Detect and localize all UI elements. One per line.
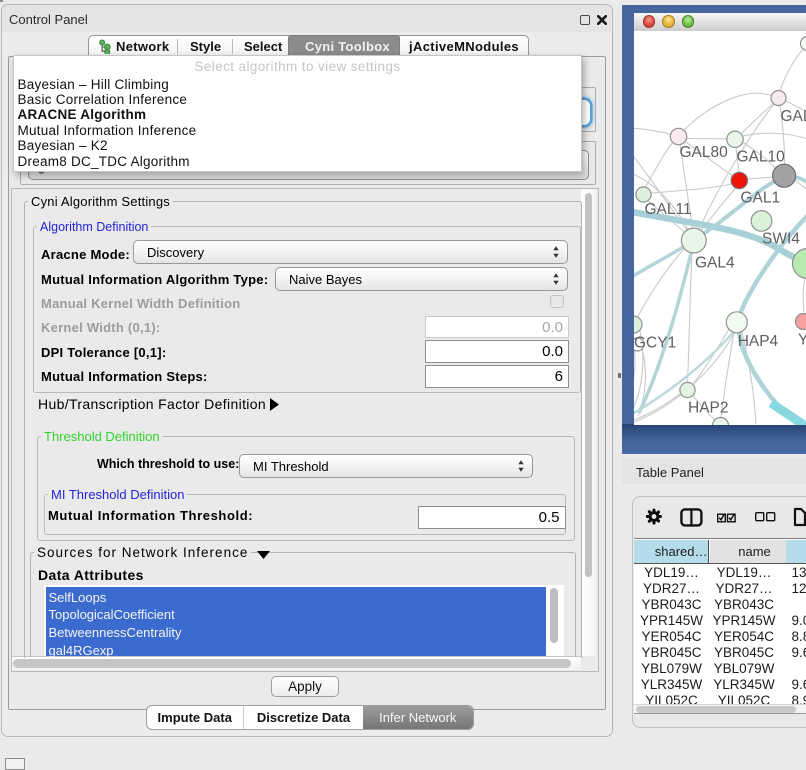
svg-text:GAL4: GAL4: [695, 254, 735, 271]
svg-text:HAP2: HAP2: [688, 399, 729, 416]
svg-text:GAL1: GAL1: [740, 189, 780, 206]
svg-text:Y: Y: [798, 331, 806, 348]
svg-text:SWI4: SWI4: [762, 230, 800, 247]
svg-text:GCY1: GCY1: [634, 334, 676, 351]
svg-text:GAL80: GAL80: [679, 144, 728, 161]
svg-text:GAL11: GAL11: [644, 201, 691, 218]
svg-text:GAL10: GAL10: [736, 148, 785, 165]
svg-text:GAL2: GAL2: [780, 108, 806, 125]
svg-text:HAP4: HAP4: [737, 333, 778, 350]
